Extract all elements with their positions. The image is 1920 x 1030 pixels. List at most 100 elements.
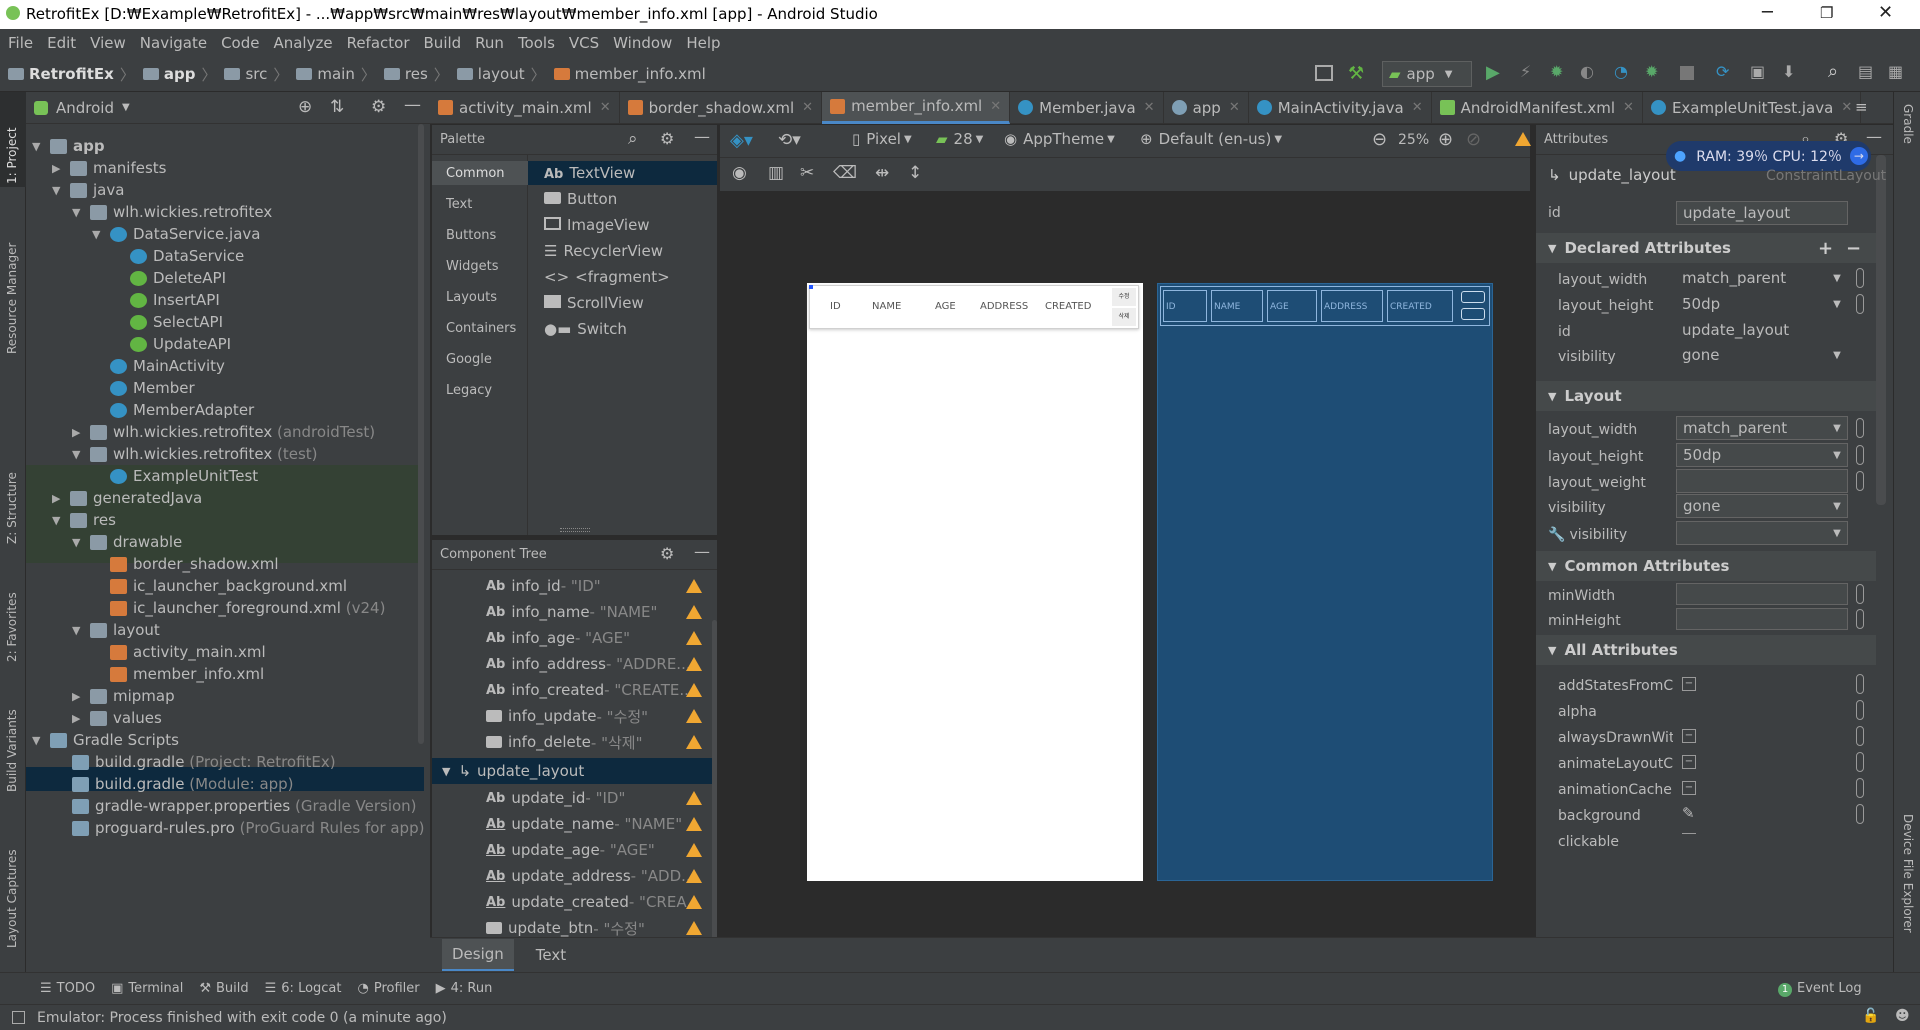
minimize-icon[interactable]: ─ — [1762, 2, 1773, 23]
close-icon[interactable]: ✕ — [1841, 100, 1852, 115]
warning-icon[interactable] — [686, 605, 702, 619]
run-config-select[interactable]: ▰ app ▼ — [1382, 61, 1472, 87]
warning-icon[interactable] — [686, 735, 702, 749]
layout-width-input[interactable]: match_parent — [1676, 416, 1848, 440]
hide-icon[interactable]: — — [694, 127, 710, 146]
resource-manager-tab[interactable]: Resource Manager — [5, 243, 19, 354]
layout-icon[interactable] — [1315, 65, 1333, 81]
id-input[interactable]: update_layout — [1676, 201, 1848, 225]
resource-picker-icon[interactable] — [1856, 268, 1864, 288]
event-log-tab[interactable]: 1 Event Log — [1778, 981, 1862, 997]
chevron-down-icon[interactable]: ▼ — [1826, 344, 1848, 366]
menu-tools[interactable]: Tools — [518, 34, 555, 52]
structure-tab[interactable]: Z: Structure — [5, 472, 19, 544]
palette-category-buttons[interactable]: Buttons — [446, 228, 496, 243]
tab-androidmanifest[interactable]: AndroidManifest.xml ✕ — [1432, 91, 1643, 124]
warning-icon[interactable] — [1515, 132, 1531, 146]
breadcrumb-res[interactable]: res — [383, 65, 428, 83]
palette-item-imageview[interactable]: ImageView — [544, 216, 650, 234]
component-update-age[interactable]: Ab update_age - "AGE" — [432, 837, 712, 863]
component-info-id[interactable]: Ab info_id - "ID" — [432, 573, 712, 599]
resource-picker-icon[interactable] — [1856, 294, 1864, 314]
pack-horizontal-icon[interactable]: ⇹ — [875, 163, 889, 183]
chevron-down-icon[interactable]: ▼ — [1826, 293, 1848, 315]
close-icon[interactable]: ✕ — [1144, 100, 1155, 115]
tab-member-info[interactable]: member_info.xml ✕ — [822, 91, 1011, 124]
breadcrumb-file[interactable]: member_info.xml — [553, 65, 706, 83]
close-icon[interactable]: ✕ — [600, 100, 611, 115]
palette-category-containers[interactable]: Containers — [446, 321, 516, 336]
hide-icon[interactable]: — — [404, 95, 421, 115]
device-select[interactable]: ▯ Pixel ▼ — [852, 130, 912, 148]
chevron-down-icon[interactable]: ▼ — [122, 102, 130, 113]
sdk-manager-icon[interactable]: ⬇ — [1782, 62, 1795, 81]
breadcrumb-layout[interactable]: layout — [456, 65, 525, 83]
declared-layout-height-value[interactable]: 50dp — [1676, 292, 1848, 316]
device-file-explorer-tab[interactable]: Device File Explorer — [1901, 814, 1915, 933]
zoom-fit-icon[interactable]: ⊘ — [1466, 129, 1481, 150]
clear-constraints-icon[interactable]: ⌫ — [833, 163, 857, 183]
chevron-down-icon[interactable]: ▼ — [1826, 444, 1848, 466]
resource-picker-icon[interactable] — [1856, 609, 1864, 629]
menu-analyze[interactable]: Analyze — [273, 34, 332, 52]
palette-item-button[interactable]: Button — [544, 190, 617, 208]
terminal-tab[interactable]: ▣ Terminal — [111, 981, 183, 996]
palette-category-layouts[interactable]: Layouts — [446, 290, 497, 305]
component-update-layout[interactable]: ▼ ↳ update_layout — [432, 758, 712, 784]
resource-picker-icon[interactable] — [1856, 804, 1864, 824]
tools-visibility-input[interactable] — [1676, 521, 1848, 545]
breadcrumb-src[interactable]: src — [224, 65, 267, 83]
apply-changes-icon[interactable]: ⚡ — [1520, 62, 1531, 81]
palette-item-scrollview[interactable]: ScrollView — [544, 294, 644, 312]
tab-overflow-icon[interactable]: ≡ — [1855, 98, 1868, 116]
declared-visibility-value[interactable]: gone — [1676, 343, 1848, 367]
component-update-address[interactable]: Ab update_address - "ADD... — [432, 863, 712, 889]
resource-picker-icon[interactable] — [1856, 471, 1864, 491]
api-level-select[interactable]: ▰ 28 ▼ — [936, 130, 983, 148]
palette-category-common[interactable]: Common — [446, 166, 505, 181]
resource-picker-icon[interactable] — [1856, 584, 1864, 604]
blueprint-preview[interactable]: ID NAME AGE ADDRESS CREATED — [1157, 283, 1493, 881]
logcat-tab[interactable]: ☰ 6: Logcat — [265, 981, 342, 996]
zoom-in-icon[interactable]: ⊕ — [1438, 129, 1453, 150]
sync-icon[interactable]: ⟳ — [1716, 62, 1729, 81]
tool-windows-icon[interactable]: ▦ — [1888, 62, 1903, 81]
declared-id-value[interactable]: update_layout — [1676, 318, 1848, 342]
layout-preview[interactable]: ID NAME AGE ADDRESS CREATED 수정 삭제 — [807, 283, 1143, 881]
warning-icon[interactable] — [686, 895, 702, 909]
tab-exampleunittest[interactable]: ExampleUnitTest.java ✕ — [1643, 91, 1862, 124]
warning-icon[interactable] — [686, 921, 702, 935]
all-attributes-section[interactable]: ▼ All Attributes — [1536, 635, 1876, 665]
tab-member-java[interactable]: Member.java ✕ — [1010, 91, 1164, 124]
resource-picker-icon[interactable] — [1856, 445, 1864, 465]
pack-vertical-icon[interactable]: ↕ — [908, 163, 922, 183]
profile-icon[interactable]: ◔ — [1614, 62, 1628, 81]
run-tab[interactable]: ▶ 4: Run — [436, 981, 493, 996]
common-attributes-section[interactable]: ▼ Common Attributes — [1536, 551, 1876, 581]
minwidth-input[interactable] — [1676, 583, 1848, 605]
palette-item-switch[interactable]: ●▬ Switch — [544, 320, 627, 338]
search-icon[interactable]: ⌕ — [628, 129, 638, 149]
tab-border-shadow[interactable]: border_shadow.xml ✕ — [620, 91, 823, 124]
component-info-update[interactable]: info_update - "수정" — [432, 703, 712, 729]
palette-item-textview[interactable]: Ab TextView — [544, 164, 635, 182]
declared-attributes-section[interactable]: ▼ Declared Attributes + − — [1536, 233, 1876, 263]
checkbox-indeterminate-icon[interactable]: − — [1682, 677, 1696, 691]
chevron-down-icon[interactable]: ▼ — [1826, 267, 1848, 289]
palette-item-recyclerview[interactable]: ☰ RecyclerView — [544, 242, 663, 260]
lock-icon[interactable]: 🔓 — [1862, 1008, 1879, 1024]
warning-icon[interactable] — [686, 843, 702, 857]
component-info-delete[interactable]: info_delete - "삭제" — [432, 729, 712, 755]
component-update-id[interactable]: Ab update_id - "ID" — [432, 785, 712, 811]
columns-icon[interactable]: ▥ — [768, 163, 784, 183]
menu-run[interactable]: Run — [475, 34, 504, 52]
close-icon[interactable]: ✕ — [1229, 100, 1240, 115]
build-tab[interactable]: ⚒ Build — [199, 981, 248, 996]
resource-picker-icon[interactable] — [1856, 674, 1864, 694]
layout-height-input[interactable]: 50dp — [1676, 443, 1848, 467]
close-icon[interactable]: ✕ — [990, 99, 1001, 114]
component-update-created[interactable]: Ab update_created - "CREA... — [432, 889, 712, 915]
minheight-input[interactable] — [1676, 608, 1848, 630]
menu-refactor[interactable]: Refactor — [347, 34, 410, 52]
palette-item-fragment[interactable]: <> <fragment> — [544, 268, 670, 286]
